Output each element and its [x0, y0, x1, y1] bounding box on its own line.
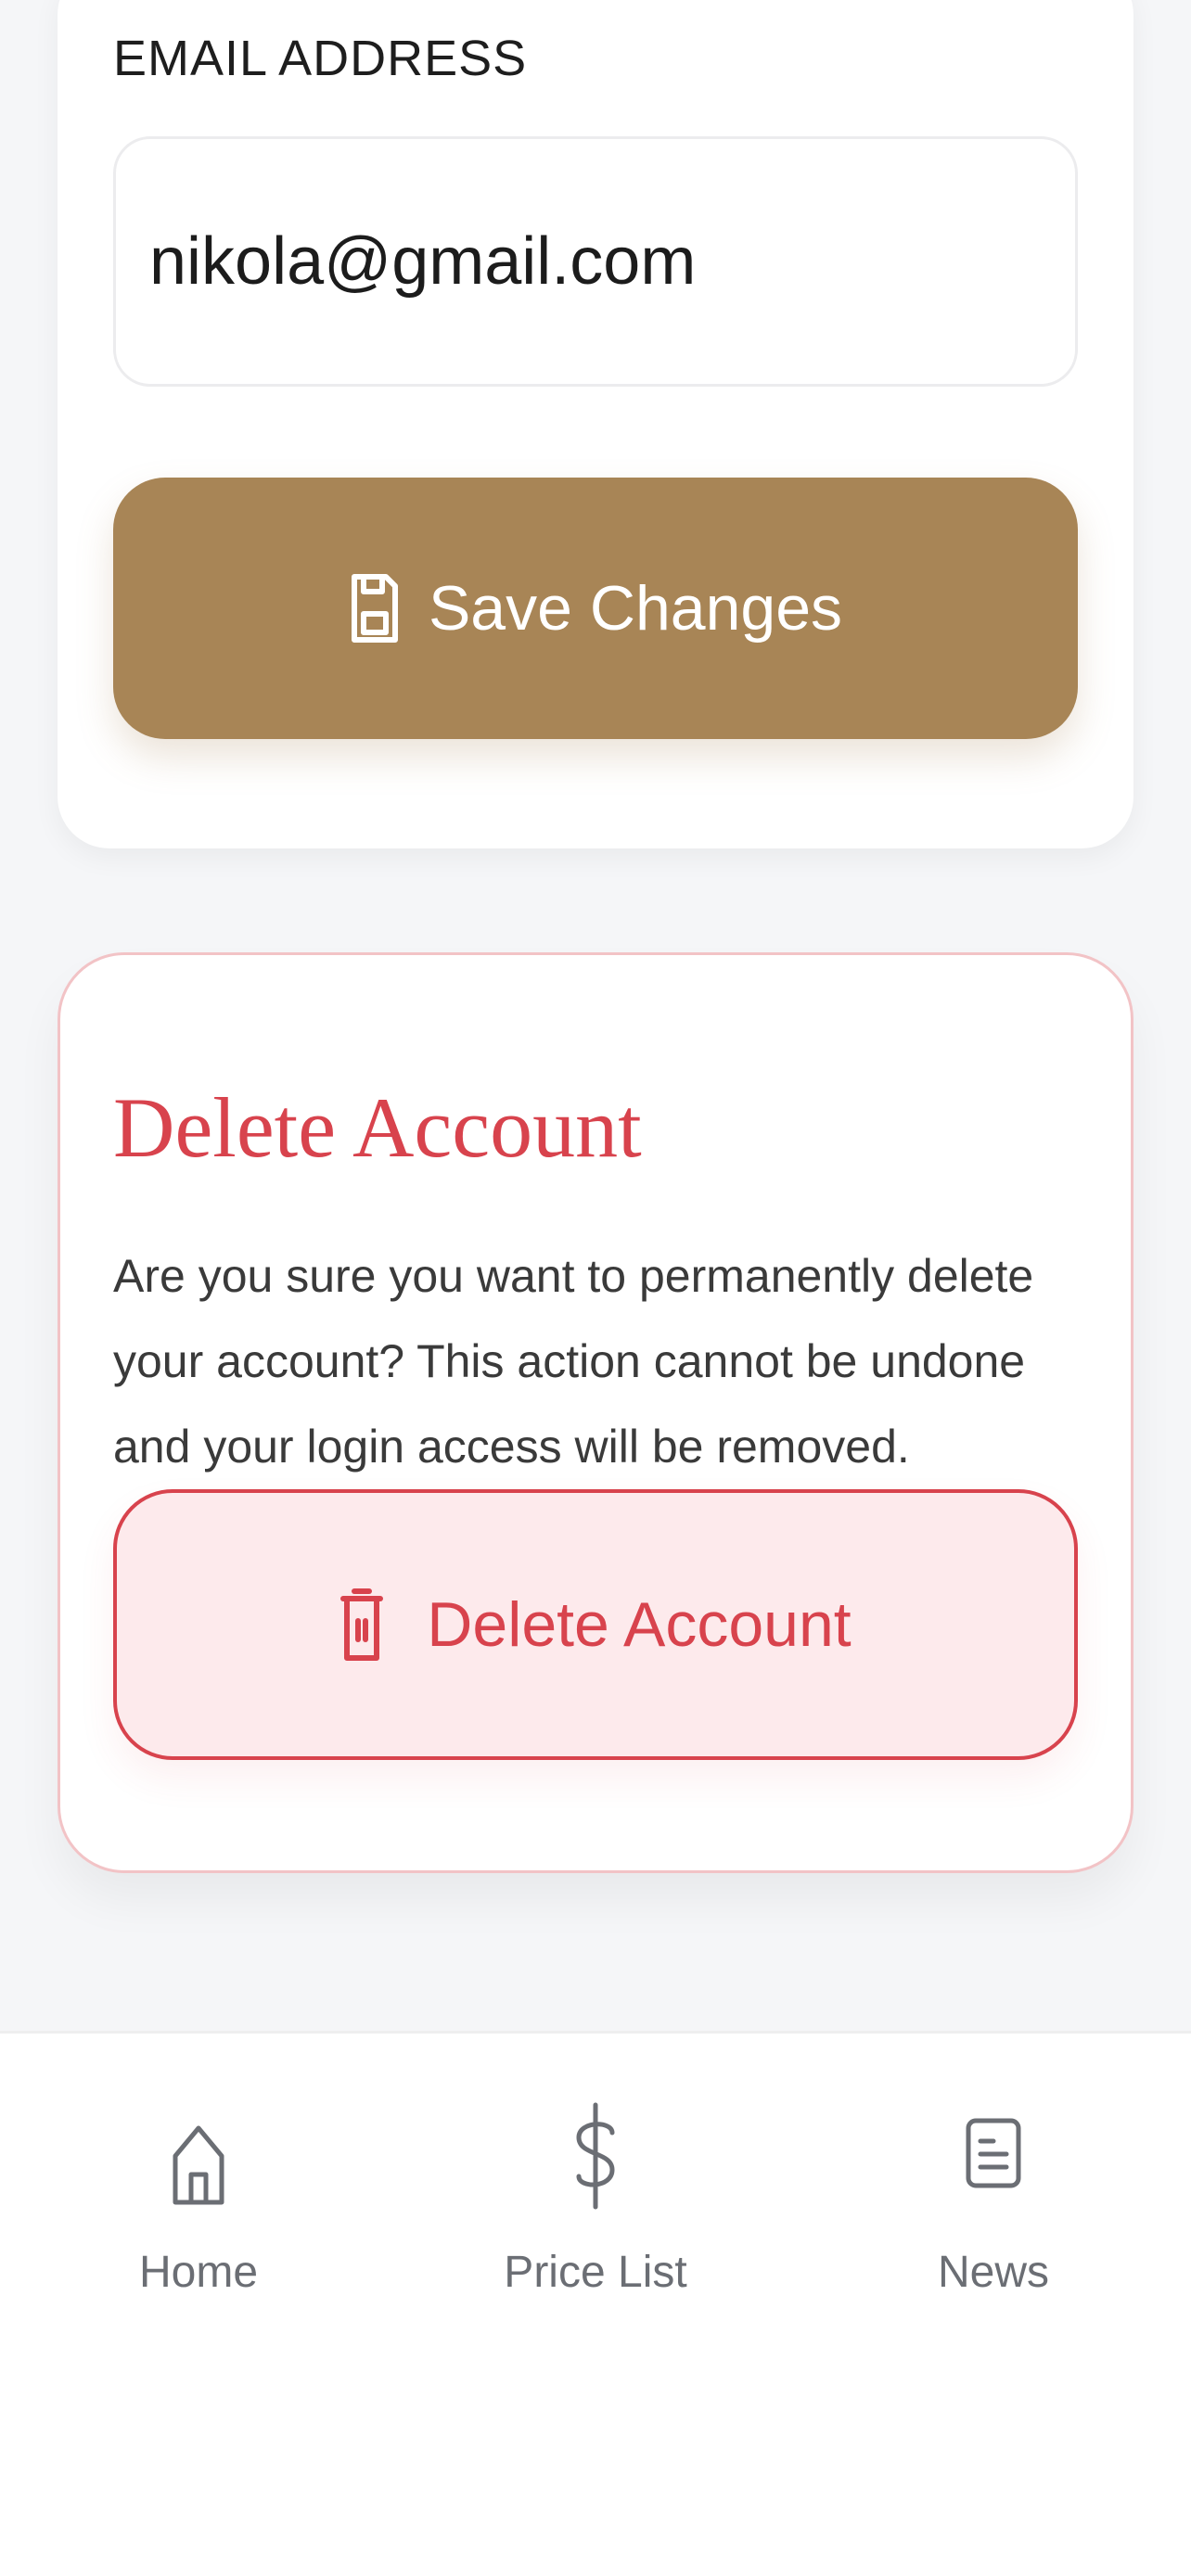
news-icon [956, 2100, 1031, 2212]
delete-account-button-label: Delete Account [427, 1589, 852, 1660]
nav-label-price-list: Price List [504, 2248, 687, 2297]
email-input[interactable] [113, 136, 1078, 387]
nav-label-news: News [937, 2248, 1050, 2297]
home-icon [161, 2100, 236, 2212]
save-changes-button[interactable]: Save Changes [113, 478, 1078, 739]
delete-account-title: Delete Account [113, 1080, 642, 1175]
dollar-icon [558, 2100, 633, 2212]
delete-account-description: Are you sure you want to permanently del… [113, 1250, 1034, 1473]
nav-item-home[interactable]: Home [78, 2100, 319, 2314]
nav-item-price-list[interactable]: Price List [475, 2100, 716, 2314]
page: EMAIL ADDRESS Save Changes Delete Accoun… [0, 0, 1191, 2576]
email-label: EMAIL ADDRESS [113, 31, 528, 86]
delete-account-button[interactable]: Delete Account [113, 1489, 1078, 1760]
nav-item-news[interactable]: News [873, 2100, 1114, 2314]
trash-icon [340, 1588, 384, 1661]
save-changes-label: Save Changes [428, 573, 843, 644]
save-icon [351, 574, 398, 643]
nav-label-home: Home [138, 2248, 259, 2297]
